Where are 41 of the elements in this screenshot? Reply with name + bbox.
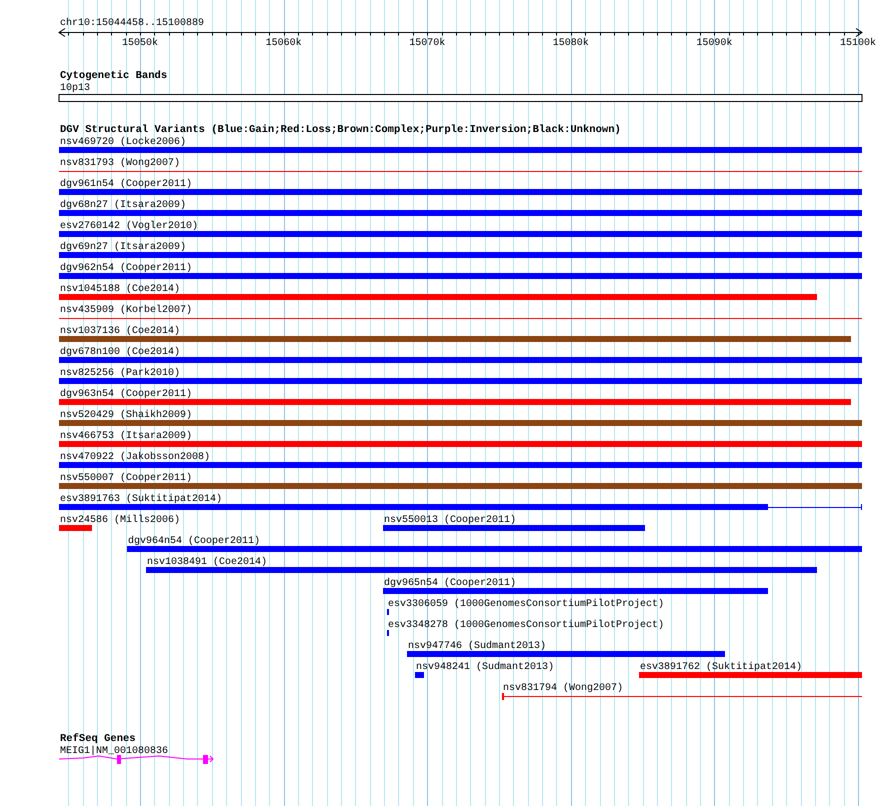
- ruler-title: chr10:15044458..15100889: [60, 18, 204, 29]
- tick-label: 15080k: [552, 38, 589, 49]
- tick-label: 15050k: [122, 38, 158, 49]
- variant-label: dgv962n54 (Cooper2011): [60, 263, 192, 274]
- variant-label: nsv470922 (Jakobsson2008): [60, 452, 210, 463]
- variant-label: dgv69n27 (Itsara2009): [60, 242, 186, 253]
- variant-label: nsv1037136 (Coe2014): [60, 326, 180, 337]
- variant-label: nsv466753 (Itsara2009): [60, 431, 192, 442]
- variant-label: dgv965n54 (Cooper2011): [384, 578, 516, 589]
- tick-label: 15060k: [266, 38, 302, 49]
- variant-label: dgv963n54 (Cooper2011): [60, 389, 192, 400]
- variant-label: dgv964n54 (Cooper2011): [128, 536, 260, 547]
- variant-label: esv3306059 (1000GenomesConsortiumPilotProject): [388, 599, 664, 610]
- variant-label: esv3348278 (1000GenomesConsortiumPilotProject): [388, 620, 664, 631]
- tick-label: 15070k: [409, 38, 446, 49]
- gene-label: MEIG1|NM_001080836: [60, 746, 168, 757]
- variant-label: esv3891763 (Suktitipat2014): [60, 494, 222, 505]
- variant-label: esv2760142 (Vogler2010): [60, 221, 198, 232]
- variant-label: nsv24586 (Mills2006): [60, 515, 180, 526]
- tick-label: 15090k: [696, 38, 732, 49]
- tick-label: 15100k: [840, 38, 876, 49]
- variant-label: nsv947746 (Sudmant2013): [408, 641, 546, 652]
- variant-label: nsv520429 (Shaikh2009): [60, 410, 192, 421]
- variant-label: nsv435909 (Korbel2007): [60, 305, 192, 316]
- variant-label: nsv469720 (Locke2006): [60, 137, 186, 148]
- track-title: RefSeq Genes: [60, 733, 136, 745]
- variant-label: nsv550007 (Cooper2011): [60, 473, 192, 484]
- variant-label: dgv961n54 (Cooper2011): [60, 179, 192, 190]
- track-title: Cytogenetic Bands: [60, 70, 168, 82]
- variant-label: nsv825256 (Park2010): [60, 368, 180, 379]
- track-title: DGV Structural Variants (Blue:Gain;Red:Loss;Brown:Complex;Purple:Inversion;Black:Unknown): [60, 124, 621, 136]
- variant-label: nsv1045188 (Coe2014): [60, 284, 180, 295]
- variant-label: nsv831793 (Wong2007): [60, 158, 180, 169]
- variant-label: esv3891762 (Suktitipat2014): [640, 662, 802, 673]
- variant-label: nsv1038491 (Coe2014): [147, 557, 268, 568]
- variant-label: nsv948241 (Sudmant2013): [416, 662, 554, 673]
- variant-label: dgv678n100 (Coe2014): [60, 347, 180, 358]
- variant-label: dgv68n27 (Itsara2009): [60, 200, 186, 211]
- variant-label: nsv550013 (Cooper2011): [384, 515, 516, 526]
- variant-label: nsv831794 (Wong2007): [503, 683, 624, 694]
- band-label: 10p13: [60, 83, 90, 94]
